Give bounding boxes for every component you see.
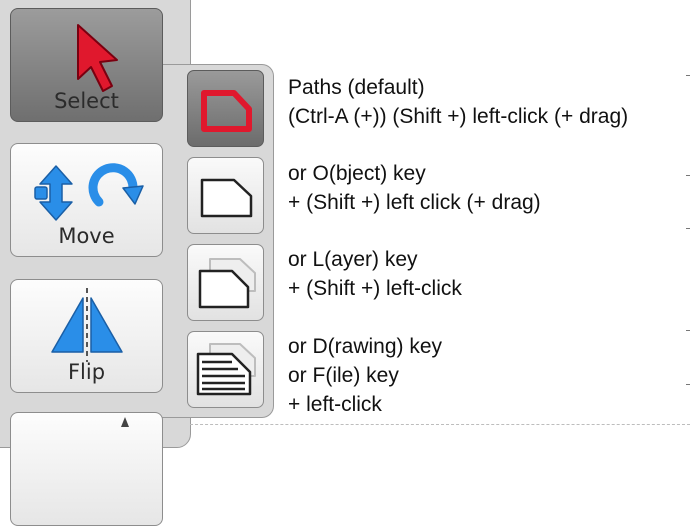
canvas-edge-dots [190, 424, 690, 426]
description-line: + (Shift +) left click (+ drag) [288, 191, 541, 214]
description-line: Paths (default) [288, 76, 425, 99]
flip-tool-label: Flip [67, 360, 106, 384]
move-tool-label: Move [58, 224, 115, 248]
layer-shape-icon [198, 258, 256, 309]
description-line: (Ctrl-A (+)) (Shift +) left-click (+ dra… [288, 105, 629, 128]
object-mode-button[interactable] [187, 157, 264, 234]
layer-mode-description: or L(ayer) key + (Shift +) left-click [288, 245, 462, 303]
description-line: or D(rawing) key [288, 335, 443, 358]
path-shape-icon [201, 90, 252, 132]
description-line: or L(ayer) key [288, 248, 418, 271]
object-mode-description: or O(bject) key + (Shift +) left click (… [288, 159, 541, 217]
tool-button-partial[interactable] [10, 412, 163, 526]
description-line: + left-click [288, 393, 382, 416]
description-line: or F(ile) key [288, 364, 399, 387]
move-tool-button[interactable]: Move [10, 143, 163, 257]
drawing-mode-description: or D(rawing) key or F(ile) key + left-cl… [288, 332, 442, 419]
tool-icon [121, 417, 129, 427]
drawing-document-icon [196, 343, 256, 396]
paths-mode-button[interactable] [187, 70, 264, 147]
object-shape-icon [200, 178, 253, 218]
select-tool-button[interactable]: Select [10, 8, 163, 122]
select-tool-label: Select [54, 89, 119, 113]
description-line: + (Shift +) left-click [288, 277, 462, 300]
description-line: or O(bject) key [288, 162, 426, 185]
drawing-mode-button[interactable] [187, 331, 264, 408]
layer-mode-button[interactable] [187, 244, 264, 321]
flip-tool-button[interactable]: Flip [10, 279, 163, 393]
paths-mode-description: Paths (default) (Ctrl-A (+)) (Shift +) l… [288, 73, 628, 131]
